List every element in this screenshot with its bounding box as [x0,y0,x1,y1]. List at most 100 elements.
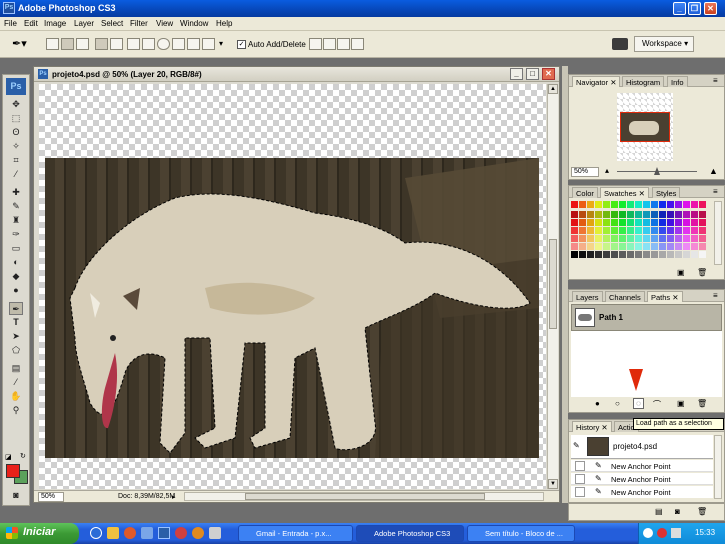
pen-tool-preset-icon[interactable]: ✒▾ [12,37,27,50]
vertical-scrollbar[interactable]: ▲ ▼ [547,84,558,489]
color-swatch[interactable] [683,235,690,242]
color-swatch[interactable] [603,211,610,218]
type-tool-icon[interactable]: T [9,316,23,329]
notes-tool-icon[interactable]: ▤ [9,362,23,375]
color-swatch[interactable] [595,211,602,218]
color-swatch[interactable] [651,201,658,208]
color-swatch[interactable] [603,227,610,234]
crop-tool-icon[interactable]: ⌗ [9,154,23,167]
color-swatch[interactable] [675,235,682,242]
new-snapshot-icon[interactable]: ◙ [675,507,680,516]
dodge-tool-icon[interactable]: ● [9,284,23,297]
color-swatch[interactable] [611,227,618,234]
path-add-icon[interactable] [309,38,322,50]
tab-swatches[interactable]: Swatches ✕ [600,187,649,198]
color-swatch[interactable] [587,243,594,250]
tab-color[interactable]: Color [572,187,598,198]
clone-stamp-tool-icon[interactable]: ♜ [9,214,23,227]
color-swatch[interactable] [603,243,610,250]
fill-pixels-icon[interactable] [76,38,89,50]
load-path-as-selection-icon[interactable]: ◌ [633,398,644,409]
zoom-out-icon[interactable]: ▴ [605,166,609,175]
color-swatch[interactable] [611,211,618,218]
color-swatch[interactable] [635,211,642,218]
menu-edit[interactable]: Edit [24,19,38,28]
foreground-color-swatch[interactable] [6,464,20,478]
ellipse-shape-icon[interactable] [157,38,170,50]
color-swatch[interactable] [587,201,594,208]
color-swatch[interactable] [651,227,658,234]
color-swatch[interactable] [675,201,682,208]
menu-layer[interactable]: Layer [74,19,94,28]
auto-add-delete-checkbox[interactable]: ✓ [237,40,246,49]
color-swatch[interactable] [635,201,642,208]
color-swatch[interactable] [683,251,690,258]
color-swatch[interactable] [683,219,690,226]
navigator-zoom-field[interactable]: 50% [571,167,599,177]
history-step-checkbox[interactable] [575,461,585,471]
panel-menu-icon[interactable]: ≡ [713,291,718,300]
history-step[interactable]: ✎ New Anchor Point [571,460,713,472]
delete-path-icon[interactable]: 🗑 [697,399,707,408]
color-swatch[interactable] [603,219,610,226]
color-swatch[interactable] [675,211,682,218]
menu-select[interactable]: Select [101,19,123,28]
color-swatch[interactable] [603,235,610,242]
color-swatch[interactable] [683,243,690,250]
quick-mask-icon[interactable]: ◙ [9,489,23,502]
color-swatch[interactable] [651,219,658,226]
vertical-scroll-thumb[interactable] [549,239,557,329]
color-swatch[interactable] [587,251,594,258]
taskbar-item-gmail[interactable]: Gmail - Entrada - p.x... [238,525,353,542]
horizontal-scroll-thumb[interactable] [245,493,485,500]
default-colors-icon[interactable]: ◪ [5,453,12,461]
eyedropper-slice-tool-icon[interactable]: ⁄ [9,168,23,181]
color-swatch[interactable] [691,235,698,242]
color-swatch[interactable] [675,219,682,226]
color-swatch[interactable] [579,251,586,258]
tray-icon[interactable] [657,528,667,538]
start-button[interactable]: Iniciar [0,523,79,544]
photoshop-icon[interactable] [158,527,170,539]
app-icon[interactable] [209,527,221,539]
shape-layers-icon[interactable] [46,38,59,50]
color-swatch[interactable] [619,251,626,258]
hand-tool-icon[interactable]: ✋ [9,390,23,403]
eyedropper-tool-icon[interactable]: ⁄ [9,376,23,389]
color-swatch[interactable] [699,251,706,258]
rounded-rectangle-icon[interactable] [142,38,155,50]
pen-tool-icon[interactable]: ✒ [9,302,23,315]
color-swatch[interactable] [643,227,650,234]
tab-history[interactable]: History ✕ [572,421,612,432]
color-swatch[interactable] [667,235,674,242]
color-swatch[interactable] [635,243,642,250]
color-swatch[interactable] [635,227,642,234]
swap-colors-icon[interactable]: ↻ [20,452,26,460]
color-swatch[interactable] [619,243,626,250]
color-swatch[interactable] [611,243,618,250]
magic-wand-tool-icon[interactable]: ✧ [9,140,23,153]
color-swatch[interactable] [571,227,578,234]
color-swatch[interactable] [579,201,586,208]
history-step[interactable]: ✎ New Anchor Point [571,486,713,498]
color-swatch[interactable] [627,201,634,208]
stroke-path-icon[interactable]: ○ [615,399,620,408]
path-row[interactable]: Path 1 [571,304,722,331]
color-swatch[interactable] [691,227,698,234]
tab-paths[interactable]: Paths ✕ [647,291,683,302]
tab-histogram[interactable]: Histogram [622,76,665,87]
eraser-tool-icon[interactable]: ▭ [9,242,23,255]
color-swatch[interactable] [699,243,706,250]
restore-button[interactable]: ❐ [688,2,701,15]
color-swatch[interactable] [659,251,666,258]
history-snapshot-row[interactable]: ✎ projeto4.psd [571,435,713,459]
zoom-in-icon[interactable]: ▲ [709,166,718,176]
firefox-icon[interactable] [192,527,204,539]
color-swatch[interactable] [667,243,674,250]
color-swatch[interactable] [635,235,642,242]
history-step[interactable]: ✎ New Anchor Point [571,473,713,485]
chrome-icon[interactable] [124,527,136,539]
paint-bucket-tool-icon[interactable]: ◐ [9,256,23,269]
bridge-icon[interactable] [612,38,628,50]
history-step-checkbox[interactable] [575,487,585,497]
